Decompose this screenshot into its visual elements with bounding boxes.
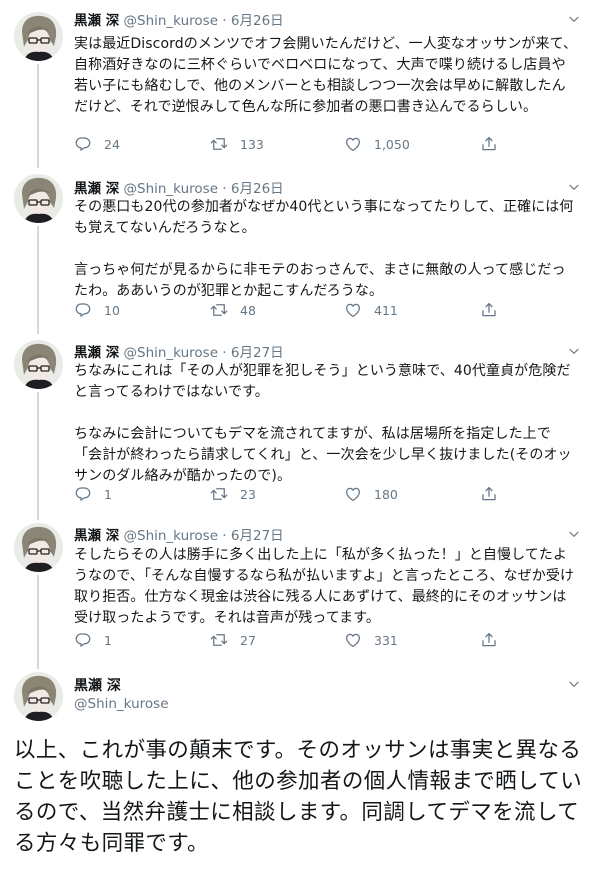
reply-icon [74,631,92,649]
thread-line [37,392,39,520]
thread-line [37,575,39,669]
tweet-header: 黒瀬 深 @Shin_kurose · 6月26日 [74,177,284,197]
like-button[interactable]: 1,050 [344,135,410,153]
author-name[interactable]: 黒瀬 深 [74,345,119,361]
tweet-text: 実は最近Discordのメンツでオフ会開いたんだけど、一人変なオッサンが来て、自… [74,36,578,115]
share-button[interactable] [480,631,498,649]
retweet-button[interactable]: 133 [210,135,264,153]
reply-count: 10 [104,302,120,318]
tweet-header: 黒瀬 深 @Shin_kurose · 6月27日 [74,524,284,544]
retweet-button[interactable]: 23 [210,485,256,503]
tweet-date[interactable]: 6月26日 [231,13,284,29]
separator: · [222,528,227,544]
tweet-date[interactable]: 6月27日 [231,528,284,544]
share-button[interactable] [480,135,498,153]
reply-button[interactable]: 10 [74,301,120,319]
reply-icon [74,485,92,503]
separator: · [222,13,227,29]
share-icon [480,301,498,319]
share-icon [480,135,498,153]
retweet-icon [210,301,228,319]
reply-count: 1 [104,486,112,502]
author-name[interactable]: 黒瀬 深 [74,528,119,544]
tweet-actions: 1 23 180 [74,485,514,507]
reply-count: 24 [104,136,120,152]
retweet-button[interactable]: 48 [210,301,256,319]
reply-icon [74,135,92,153]
like-count: 1,050 [374,136,410,152]
retweet-count: 27 [240,632,256,648]
tweet-header: 黒瀬 深 @Shin_kurose · 6月27日 [74,341,284,361]
tweet-date[interactable]: 6月27日 [231,345,284,361]
author-name[interactable]: 黒瀬 深 [74,675,121,695]
avatar[interactable] [14,672,63,721]
like-button[interactable]: 180 [344,485,398,503]
like-count: 411 [374,302,398,318]
retweet-count: 133 [240,136,264,152]
separator: · [222,181,227,197]
avatar[interactable] [14,174,63,223]
avatar[interactable] [14,12,63,61]
like-icon [344,485,362,503]
share-button[interactable] [480,301,498,319]
retweet-icon [210,135,228,153]
retweet-icon [210,631,228,649]
author-handle[interactable]: @Shin_kurose [124,345,219,361]
main-tweet-text: 以上、これが事の顛末です。そのオッサンは事実と異なることを吹聴した上に、他の参加… [14,738,583,856]
retweet-count: 48 [240,302,256,318]
chevron-down-icon[interactable] [567,344,581,358]
tweet-actions: 1 27 331 [74,631,514,653]
like-button[interactable]: 411 [344,301,398,319]
retweet-button[interactable]: 27 [210,631,256,649]
author-name[interactable]: 黒瀬 深 [74,181,119,197]
avatar[interactable] [14,340,63,389]
avatar[interactable] [14,523,63,572]
tweet-text: その悪口も20代の参加者がなぜか40代という事になってたりして、正確には何も覚え… [74,199,574,299]
tweet-actions: 10 48 411 [74,301,514,323]
reply-button[interactable]: 1 [74,631,112,649]
tweet-header: 黒瀬 深 @Shin_kurose · 6月26日 [74,9,284,29]
chevron-down-icon[interactable] [567,677,581,691]
share-icon [480,485,498,503]
author-handle[interactable]: @Shin_kurose [124,13,219,29]
share-button[interactable] [480,485,498,503]
separator: · [222,345,227,361]
author-name[interactable]: 黒瀬 深 [74,13,119,29]
like-count: 180 [374,486,398,502]
author-handle[interactable]: @Shin_kurose [124,528,219,544]
chevron-down-icon[interactable] [567,180,581,194]
tweet-text: そしたらその人は勝手に多く出した上に「私が多く払った！」と自慢してたようなので、… [74,547,575,626]
retweet-count: 23 [240,486,256,502]
reply-button[interactable]: 24 [74,135,120,153]
author-handle[interactable]: @Shin_kurose [74,696,169,712]
thread-line [37,64,39,168]
like-count: 331 [374,632,398,648]
share-icon [480,631,498,649]
retweet-icon [210,485,228,503]
tweet-actions: 24 133 1,050 [74,135,514,157]
tweet-date[interactable]: 6月26日 [231,181,284,197]
like-icon [344,301,362,319]
like-icon [344,631,362,649]
reply-button[interactable]: 1 [74,485,112,503]
like-icon [344,135,362,153]
reply-icon [74,301,92,319]
tweet-text: ちなみにこれは「その人が犯罪を犯しそう」という意味で、40代童貞が危険だと言って… [74,363,572,484]
chevron-down-icon[interactable] [567,527,581,541]
thread-line [37,226,39,334]
chevron-down-icon[interactable] [567,12,581,26]
like-button[interactable]: 331 [344,631,398,649]
reply-count: 1 [104,632,112,648]
author-handle[interactable]: @Shin_kurose [124,181,219,197]
